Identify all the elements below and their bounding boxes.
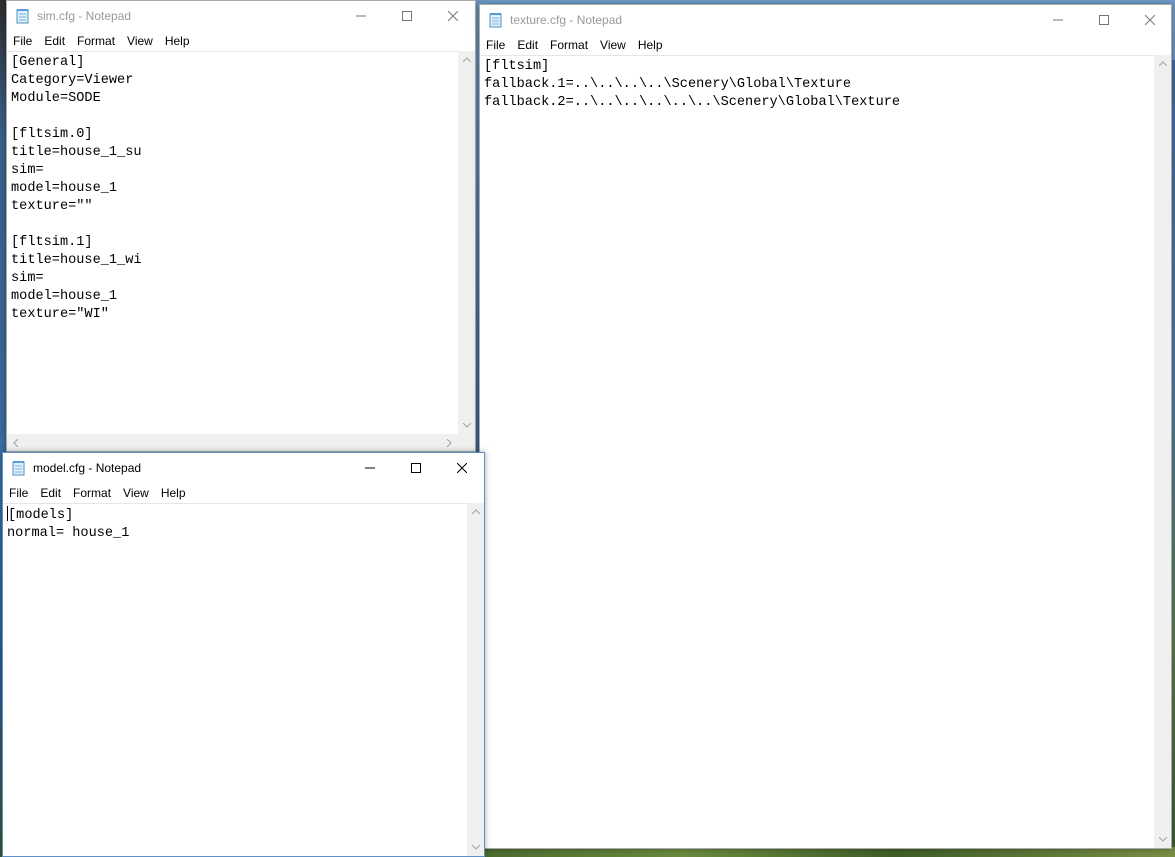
window-title: model.cfg - Notepad <box>33 461 142 475</box>
menu-help[interactable]: Help <box>632 35 669 55</box>
text-editor[interactable]: [fltsim] fallback.1=..\..\..\..\Scenery\… <box>480 55 1154 848</box>
close-button[interactable] <box>439 453 484 483</box>
menu-edit[interactable]: Edit <box>511 35 544 55</box>
minimize-icon <box>356 15 366 17</box>
minimize-button[interactable] <box>1035 5 1081 35</box>
menu-view[interactable]: View <box>117 483 155 503</box>
scroll-left-icon[interactable] <box>7 434 24 451</box>
editor-line-1-start: [ <box>8 508 17 523</box>
texture-notepad-window: texture.cfg - Notepad File Edit Format V… <box>479 4 1172 849</box>
scroll-down-icon[interactable] <box>458 417 475 434</box>
close-icon <box>448 11 458 21</box>
menu-format[interactable]: Format <box>544 35 594 55</box>
minimize-icon <box>365 467 375 469</box>
window-title: sim.cfg - Notepad <box>37 9 132 23</box>
menu-bar: File Edit Format View Help <box>3 483 484 503</box>
sim-notepad-window: sim.cfg - Notepad File Edit Format View … <box>6 0 476 452</box>
model-notepad-window: model.cfg - Notepad File Edit Format Vie… <box>2 452 485 857</box>
menu-bar: File Edit Format View Help <box>7 31 475 51</box>
titlebar[interactable]: texture.cfg - Notepad <box>480 5 1171 35</box>
notepad-icon <box>488 13 503 28</box>
menu-bar: File Edit Format View Help <box>480 35 1171 55</box>
maximize-button[interactable] <box>393 453 439 483</box>
vertical-scrollbar[interactable] <box>467 503 484 856</box>
close-icon <box>457 463 467 473</box>
menu-file[interactable]: File <box>7 31 38 51</box>
minimize-button[interactable] <box>347 453 393 483</box>
maximize-icon <box>411 463 421 473</box>
menu-help[interactable]: Help <box>159 31 196 51</box>
text-editor[interactable]: [General] Category=Viewer Module=SODE [f… <box>7 51 458 434</box>
close-button[interactable] <box>430 1 475 31</box>
editor-content: [models] normal= house_1 <box>7 506 463 543</box>
minimize-button[interactable] <box>338 1 384 31</box>
text-editor[interactable]: [models] normal= house_1 <box>3 503 467 856</box>
menu-format[interactable]: Format <box>71 31 121 51</box>
editor-content: [fltsim] fallback.1=..\..\..\..\Scenery\… <box>484 59 901 110</box>
scroll-up-icon[interactable] <box>1154 55 1171 72</box>
menu-edit[interactable]: Edit <box>34 483 67 503</box>
horizontal-scrollbar[interactable] <box>7 434 458 451</box>
scroll-down-icon[interactable] <box>467 839 484 856</box>
editor-line-2: normal= house_1 <box>7 526 130 541</box>
maximize-button[interactable] <box>384 1 430 31</box>
scroll-down-icon[interactable] <box>1154 831 1171 848</box>
close-icon <box>1145 15 1155 25</box>
minimize-icon <box>1053 19 1063 21</box>
scroll-up-icon[interactable] <box>458 51 475 68</box>
titlebar[interactable]: model.cfg - Notepad <box>3 453 484 483</box>
maximize-icon <box>1099 15 1109 25</box>
menu-view[interactable]: View <box>594 35 632 55</box>
vertical-scrollbar[interactable] <box>1154 55 1171 848</box>
menu-file[interactable]: File <box>480 35 511 55</box>
notepad-icon <box>15 9 30 24</box>
scrollbar-corner <box>458 434 475 451</box>
window-title: texture.cfg - Notepad <box>510 13 623 27</box>
titlebar[interactable]: sim.cfg - Notepad <box>7 1 475 31</box>
menu-file[interactable]: File <box>3 483 34 503</box>
scroll-up-icon[interactable] <box>467 503 484 520</box>
menu-help[interactable]: Help <box>155 483 192 503</box>
vertical-scrollbar[interactable] <box>458 51 475 434</box>
editor-line-1: models] <box>16 508 74 523</box>
menu-view[interactable]: View <box>121 31 159 51</box>
notepad-icon <box>11 461 26 476</box>
editor-content: [General] Category=Viewer Module=SODE [f… <box>11 55 142 322</box>
close-button[interactable] <box>1127 5 1171 35</box>
maximize-icon <box>402 11 412 21</box>
menu-format[interactable]: Format <box>67 483 117 503</box>
scroll-right-icon[interactable] <box>441 434 458 451</box>
maximize-button[interactable] <box>1081 5 1127 35</box>
menu-edit[interactable]: Edit <box>38 31 71 51</box>
